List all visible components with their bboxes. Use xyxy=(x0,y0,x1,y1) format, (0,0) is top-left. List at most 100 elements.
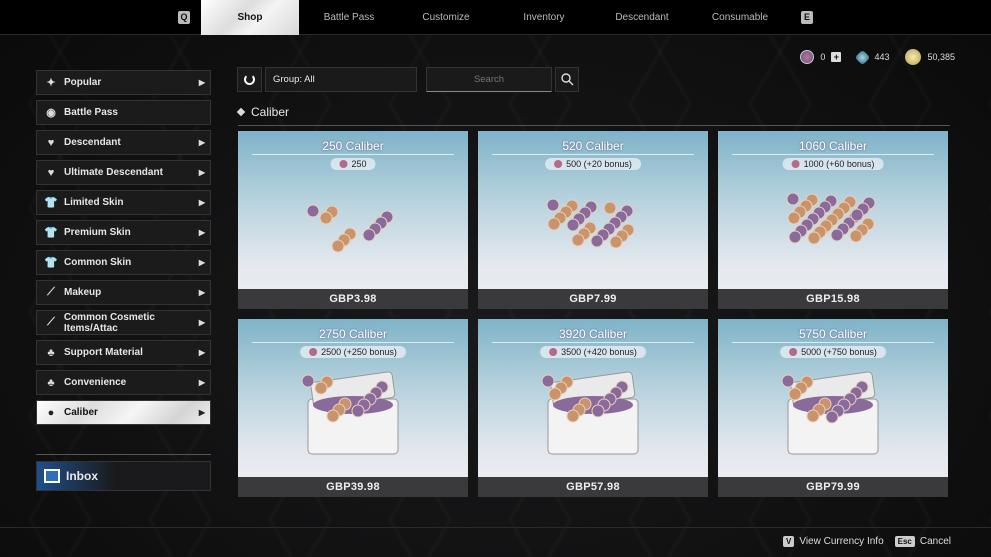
chevron-right-icon: ▶ xyxy=(198,198,205,207)
caliber-amount: 500 (+20 bonus) xyxy=(566,159,632,169)
battle-pass-icon: ◉ xyxy=(46,107,56,119)
chevron-right-icon: ▶ xyxy=(198,288,205,297)
sidebar-item-common-skin[interactable]: 👕 Common Skin ▶ xyxy=(36,250,211,275)
sidebar-item-popular[interactable]: ✦ Popular ▶ xyxy=(36,70,211,95)
wand-icon: ⟋ xyxy=(47,316,55,328)
stars-icon: ✦ xyxy=(46,77,56,89)
tab-battle-pass[interactable]: Battle Pass xyxy=(305,0,393,35)
tab-consumable[interactable]: Consumable xyxy=(696,0,784,35)
caliber-icon xyxy=(549,348,558,356)
product-title: 250 Caliber xyxy=(322,139,384,153)
sidebar-item-common-cosmetic-items-attac[interactable]: ⟋ Common Cosmetic Items/Attac ▶ xyxy=(36,310,211,335)
add-caliber-button[interactable]: + xyxy=(831,52,842,62)
caliber-icon xyxy=(339,160,348,168)
sidebar-item-support-material[interactable]: ♣ Support Material ▶ xyxy=(36,340,211,365)
footer-divider xyxy=(0,527,991,528)
product-card[interactable]: 5750 Caliber 5000 (+750 bonus) GBP79.99 xyxy=(718,319,948,497)
cancel-key: Esc xyxy=(894,536,915,547)
chevron-right-icon: ▶ xyxy=(198,408,205,417)
group-label: Group: All xyxy=(273,74,315,85)
section-divider xyxy=(238,125,950,126)
caliber-amount: 250 xyxy=(351,159,367,169)
product-card[interactable]: 3920 Caliber 3500 (+420 bonus) GBP57.98 xyxy=(478,319,708,497)
sidebar-item-makeup[interactable]: ⟋ Makeup ▶ xyxy=(36,280,211,305)
caliber-icon xyxy=(309,348,318,356)
sidebar-item-premium-skin[interactable]: 👕 Premium Skin ▶ xyxy=(36,220,211,245)
sidebar-item-label: Support Material xyxy=(64,347,143,358)
refresh-icon xyxy=(244,74,255,85)
tab-customize[interactable]: Customize xyxy=(402,0,490,35)
caliber-amount-badge: 2500 (+250 bonus) xyxy=(300,346,406,358)
caliber-currency-icon xyxy=(800,50,815,64)
product-title: 2750 Caliber xyxy=(318,327,388,341)
sidebar-item-label: Caliber xyxy=(64,407,98,418)
caliber-icon xyxy=(554,160,563,168)
section-header: Caliber xyxy=(236,105,289,119)
view-currency-key: V xyxy=(782,536,795,547)
tab-inventory[interactable]: Inventory xyxy=(500,0,588,35)
chevron-right-icon: ▶ xyxy=(198,138,205,147)
diamond-icon xyxy=(236,107,246,117)
sidebar-item-label: Common Skin xyxy=(64,257,132,268)
group-dropdown[interactable]: Group: All xyxy=(265,67,417,92)
chevron-right-icon: ▶ xyxy=(198,318,205,327)
prev-tab-key[interactable]: Q xyxy=(178,11,190,24)
sidebar-item-descendant[interactable]: ♥ Descendant ▶ xyxy=(36,130,211,155)
shirt-icon: 👕 xyxy=(44,227,58,239)
search-icon xyxy=(560,73,573,86)
product-card[interactable]: 1060 Caliber 1000 (+60 bonus) GBP15.98 xyxy=(718,131,948,309)
caliber-amount-badge: 1000 (+60 bonus) xyxy=(782,158,884,170)
gold-amount: 50,385 xyxy=(927,52,955,62)
product-card[interactable]: 250 Caliber 250 GBP3.98 xyxy=(238,131,468,309)
caliber-amount: 2500 (+250 bonus) xyxy=(321,347,397,357)
sidebar-item-label: Descendant xyxy=(64,137,121,148)
inbox-button[interactable]: Inbox xyxy=(36,461,211,491)
sidebar-item-label: Premium Skin xyxy=(64,227,131,238)
caliber-chest-image xyxy=(541,371,639,455)
wand-icon: ⟋ xyxy=(47,286,55,298)
product-card[interactable]: 2750 Caliber 2500 (+250 bonus) GBP39.98 xyxy=(238,319,468,497)
sidebar-item-caliber[interactable]: ● Caliber ▶ xyxy=(36,400,211,425)
currency-bar: 0 + 443 50,385 xyxy=(800,49,955,65)
caliber-amount-badge: 3500 (+420 bonus) xyxy=(540,346,646,358)
tab-descendant[interactable]: Descendant xyxy=(598,0,686,35)
title-divider xyxy=(492,342,694,343)
inbox-icon xyxy=(44,469,60,483)
sidebar-item-label: Common Cosmetic Items/Attac xyxy=(63,311,155,334)
sidebar-item-label: Ultimate Descendant xyxy=(64,167,163,178)
search-button[interactable] xyxy=(555,67,579,92)
sidebar-item-battle-pass[interactable]: ◉ Battle Pass xyxy=(36,100,211,125)
caliber-icon: ● xyxy=(47,406,55,419)
descendant-icon: ♥ xyxy=(47,136,55,149)
product-price: GBP39.98 xyxy=(238,477,468,497)
sidebar-item-label: Limited Skin xyxy=(64,197,124,208)
title-divider xyxy=(732,154,934,155)
chevron-right-icon: ▶ xyxy=(198,168,205,177)
title-divider xyxy=(252,154,454,155)
support-icon: ♣ xyxy=(47,346,55,359)
support-icon: ♣ xyxy=(47,376,55,389)
product-price: GBP57.98 xyxy=(478,477,708,497)
refresh-button[interactable] xyxy=(237,67,262,92)
search-input[interactable] xyxy=(426,67,552,92)
ultimate-descendant-icon: ♥ xyxy=(47,166,55,179)
sidebar-item-label: Convenience xyxy=(64,377,127,388)
crystal-currency-icon xyxy=(855,49,871,65)
sidebar-item-label: Popular xyxy=(64,77,102,88)
chevron-right-icon: ▶ xyxy=(198,258,205,267)
next-tab-key[interactable]: E xyxy=(801,11,813,24)
tab-shop[interactable]: Shop xyxy=(201,0,299,35)
product-card[interactable]: 520 Caliber 500 (+20 bonus) GBP7.99 xyxy=(478,131,708,309)
sidebar-item-limited-skin[interactable]: 👕 Limited Skin ▶ xyxy=(36,190,211,215)
top-nav: Q Shop Battle Pass Customize Inventory D… xyxy=(0,0,991,35)
product-price: GBP3.98 xyxy=(238,289,468,309)
view-currency-info-button[interactable]: View Currency Info xyxy=(799,536,883,547)
product-title: 3920 Caliber xyxy=(558,327,628,341)
cancel-button[interactable]: Cancel xyxy=(920,536,951,547)
product-title: 5750 Caliber xyxy=(798,327,868,341)
caliber-icon xyxy=(791,160,800,168)
caliber-chest-image xyxy=(301,371,399,455)
sidebar-item-convenience[interactable]: ♣ Convenience ▶ xyxy=(36,370,211,395)
sidebar-item-ultimate-descendant[interactable]: ♥ Ultimate Descendant ▶ xyxy=(36,160,211,185)
caliber-coins-image xyxy=(786,192,876,245)
